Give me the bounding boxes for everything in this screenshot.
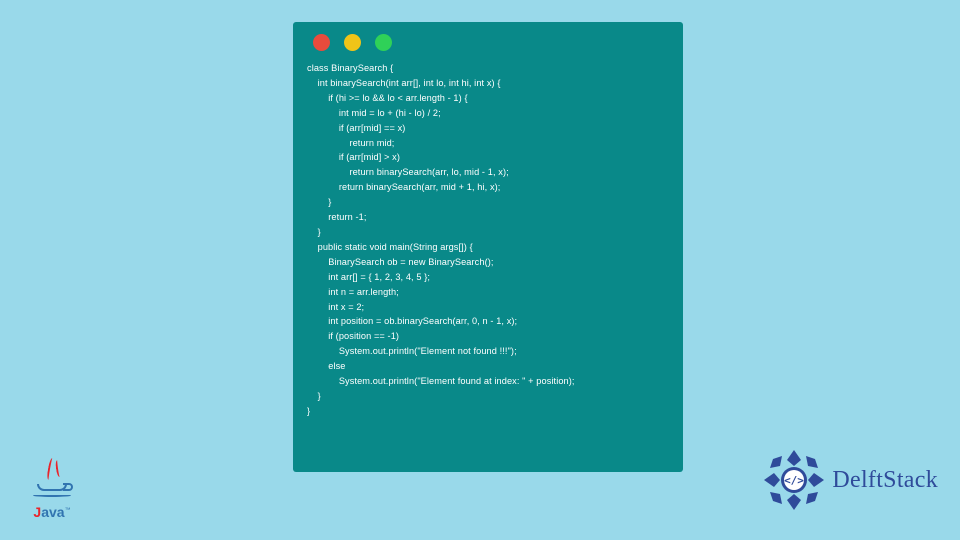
java-label: Java™ (26, 504, 78, 520)
code-window: class BinarySearch { int binarySearch(in… (293, 22, 683, 472)
java-logo: Java™ (26, 462, 78, 520)
close-icon (313, 34, 330, 51)
java-cup-icon (27, 462, 77, 500)
code-block: class BinarySearch { int binarySearch(in… (307, 61, 669, 419)
delftstack-emblem-icon: </> (762, 448, 826, 512)
delftstack-label: DelftStack (832, 467, 938, 494)
minimize-icon (344, 34, 361, 51)
window-traffic-lights (307, 34, 669, 51)
maximize-icon (375, 34, 392, 51)
delftstack-logo: </> DelftStack (762, 448, 938, 512)
svg-text:</>: </> (784, 474, 804, 487)
